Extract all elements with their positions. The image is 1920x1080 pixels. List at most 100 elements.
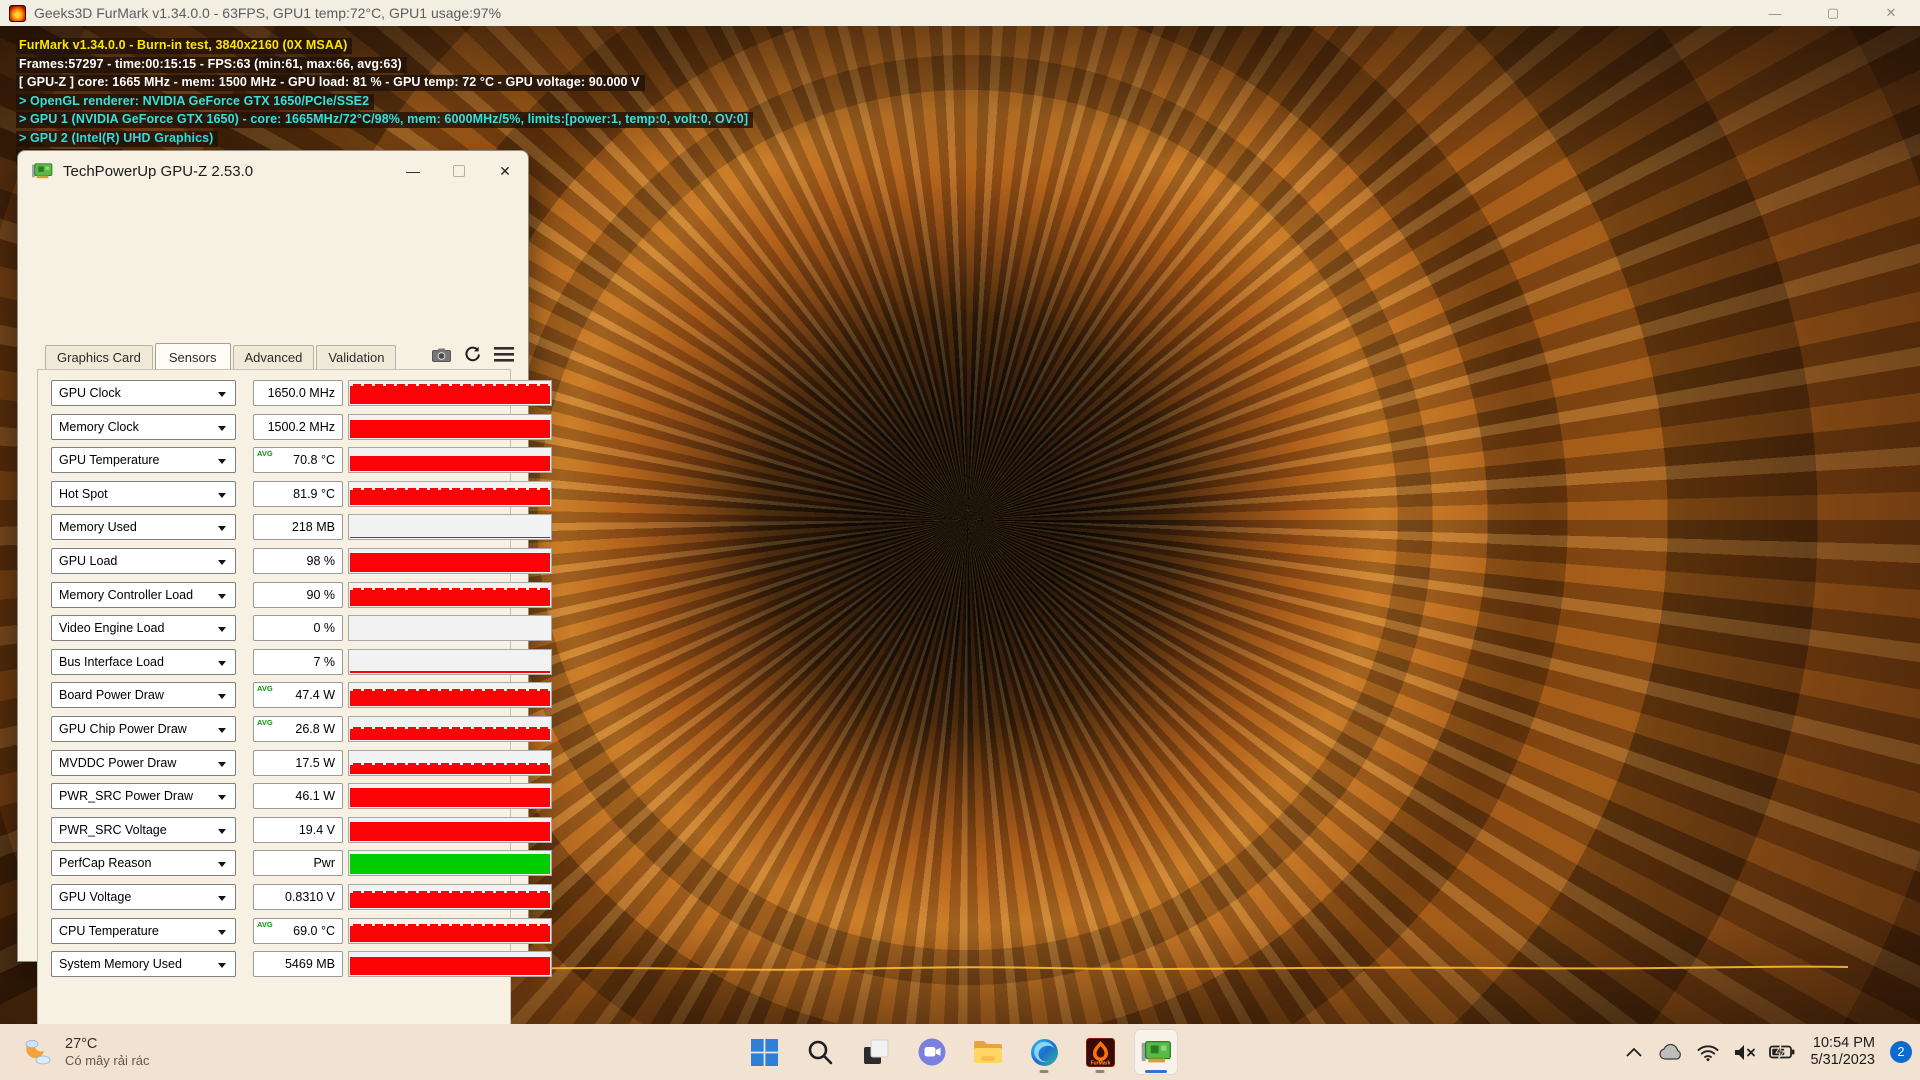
furmark-osd: FurMark v1.34.0.0 - Burn-in test, 3840x2… xyxy=(16,38,754,168)
sensor-select[interactable]: System Memory Used xyxy=(51,951,236,978)
sensor-value: 46.1 W xyxy=(295,789,335,804)
sensor-graph xyxy=(348,480,552,507)
battery-button[interactable] xyxy=(1767,1035,1797,1069)
volume-button[interactable] xyxy=(1730,1035,1760,1069)
volume-mute-icon xyxy=(1735,1044,1756,1060)
sensor-label: Video Engine Load xyxy=(59,621,165,636)
sensor-select[interactable]: Hot Spot xyxy=(51,480,236,507)
dropdown-caret-icon xyxy=(218,660,226,666)
sensor-row: Memory Used 218 MB xyxy=(51,514,552,541)
sensor-graph xyxy=(348,749,552,776)
sensor-value-box: 46.1 W xyxy=(253,783,343,810)
sensor-value-box: 5469 MB xyxy=(253,951,343,978)
sensor-label: System Memory Used xyxy=(59,957,182,972)
start-button[interactable] xyxy=(742,1029,786,1075)
close-button[interactable]: ✕ xyxy=(1862,0,1920,26)
sensor-value: 19.4 V xyxy=(298,822,335,837)
tab-sensors[interactable]: Sensors xyxy=(154,343,231,371)
sensors-panel: GPU Clock 1650.0 MHz Memory Clock 1500.2 MH… xyxy=(37,369,552,1074)
sensor-select[interactable]: GPU Chip Power Draw xyxy=(51,715,236,742)
gpuz-taskbar-button[interactable] xyxy=(1134,1029,1178,1075)
sensor-graph xyxy=(348,883,552,910)
sensor-value-box: 19.4 V xyxy=(253,816,343,843)
osd-line-frames: Frames:57297 - time:00:15:15 - FPS:63 (m… xyxy=(16,56,407,73)
sensor-value-box: 1500.2 MHz xyxy=(253,413,343,440)
furmark-app-icon xyxy=(9,4,26,22)
sensor-select[interactable]: PerfCap Reason xyxy=(51,850,236,877)
sensor-label: GPU Load xyxy=(59,553,118,568)
network-button[interactable] xyxy=(1693,1035,1723,1069)
tray-overflow-button[interactable] xyxy=(1619,1035,1649,1069)
chevron-up-icon xyxy=(1626,1047,1643,1057)
sensor-value-box: 0.8310 V xyxy=(253,883,343,910)
sensor-select[interactable]: GPU Load xyxy=(51,547,236,574)
dropdown-caret-icon xyxy=(218,694,226,700)
tab-advanced[interactable]: Advanced xyxy=(232,345,315,370)
gpuz-minimize-button[interactable]: — xyxy=(390,151,436,191)
sensor-label: GPU Temperature xyxy=(59,453,160,468)
camera-icon[interactable] xyxy=(432,348,451,362)
maximize-button[interactable]: ▢ xyxy=(1804,0,1862,26)
chat-button[interactable] xyxy=(910,1029,954,1075)
sensor-row: PWR_SRC Power Draw 46.1 W xyxy=(51,783,552,810)
dropdown-caret-icon xyxy=(218,492,226,498)
task-view-button[interactable] xyxy=(854,1029,898,1075)
sensor-select[interactable]: Video Engine Load xyxy=(51,615,236,642)
osd-line-gpu1: > GPU 1 (NVIDIA GeForce GTX 1650) - core… xyxy=(16,112,754,128)
sensor-select[interactable]: GPU Clock xyxy=(51,380,236,406)
dropdown-caret-icon xyxy=(218,459,226,465)
sensor-graph xyxy=(348,682,552,709)
sensor-label: GPU Clock xyxy=(59,386,121,400)
sensor-select[interactable]: Memory Used xyxy=(51,514,236,541)
furmark-flame-icon: FurMark xyxy=(1085,1037,1115,1067)
sensor-select[interactable]: GPU Temperature xyxy=(51,447,236,474)
sensor-select[interactable]: Memory Clock xyxy=(51,413,236,440)
battery-charging-icon xyxy=(1769,1045,1795,1059)
tab-graphics-card[interactable]: Graphics Card xyxy=(45,345,153,370)
refresh-icon[interactable] xyxy=(464,346,481,363)
sensor-value: 47.4 W xyxy=(295,688,335,703)
minimize-button[interactable]: — xyxy=(1746,0,1804,26)
dropdown-caret-icon xyxy=(218,963,226,969)
gpuz-titlebar[interactable]: TechPowerUp GPU-Z 2.53.0 — ✕ xyxy=(18,151,528,191)
gpuz-app-icon xyxy=(32,163,53,179)
sensor-graph xyxy=(348,648,552,675)
sensor-value-box: 0 % xyxy=(253,615,343,642)
clock[interactable]: 10:54 PM 5/31/2023 xyxy=(1810,1035,1875,1069)
weather-widget[interactable]: 27°C Có mây rải rác xyxy=(12,1024,160,1080)
folder-icon xyxy=(974,1041,1002,1063)
file-explorer-button[interactable] xyxy=(966,1029,1010,1075)
sensor-select[interactable]: Memory Controller Load xyxy=(51,581,236,608)
chat-teams-icon xyxy=(918,1038,946,1066)
sensor-rows: GPU Clock 1650.0 MHz Memory Clock 1500.2 MH… xyxy=(51,380,552,985)
sensor-select[interactable]: PWR_SRC Voltage xyxy=(51,816,236,843)
sensor-graph xyxy=(348,917,552,944)
gpuz-active-indicator xyxy=(1145,1070,1167,1073)
osd-line-title: FurMark v1.34.0.0 - Burn-in test, 3840x2… xyxy=(16,38,353,54)
notification-badge[interactable]: 2 xyxy=(1890,1041,1912,1063)
dropdown-caret-icon xyxy=(218,862,226,868)
sensor-select[interactable]: Board Power Draw xyxy=(51,682,236,709)
gpuz-close-button[interactable]: ✕ xyxy=(482,151,528,191)
sensor-select[interactable]: PWR_SRC Power Draw xyxy=(51,783,236,810)
onedrive-button[interactable] xyxy=(1656,1035,1686,1069)
sensor-row: PerfCap Reason Pwr xyxy=(51,850,552,877)
dropdown-caret-icon xyxy=(218,526,226,532)
furmark-button[interactable]: FurMark xyxy=(1078,1029,1122,1075)
sensor-row: CPU Temperature AVG 69.0 °C xyxy=(51,917,552,944)
sensor-select[interactable]: Bus Interface Load xyxy=(51,648,236,675)
menu-icon[interactable] xyxy=(494,347,514,362)
sensor-select[interactable]: MVDDC Power Draw xyxy=(51,749,236,776)
sensor-select[interactable]: CPU Temperature xyxy=(51,917,236,944)
furmark-titlebar[interactable]: Geeks3D FurMark v1.34.0.0 - 63FPS, GPU1 … xyxy=(0,0,1920,26)
dropdown-caret-icon xyxy=(218,828,226,834)
search-button[interactable] xyxy=(798,1029,842,1075)
sensor-label: Memory Clock xyxy=(59,419,139,434)
sensor-value: 0.8310 V xyxy=(284,889,335,904)
avg-flag: AVG xyxy=(257,919,273,929)
dropdown-caret-icon xyxy=(218,761,226,767)
tab-validation[interactable]: Validation xyxy=(316,345,397,370)
sensor-label: CPU Temperature xyxy=(59,923,159,938)
edge-button[interactable] xyxy=(1022,1029,1066,1075)
sensor-select[interactable]: GPU Voltage xyxy=(51,883,236,910)
